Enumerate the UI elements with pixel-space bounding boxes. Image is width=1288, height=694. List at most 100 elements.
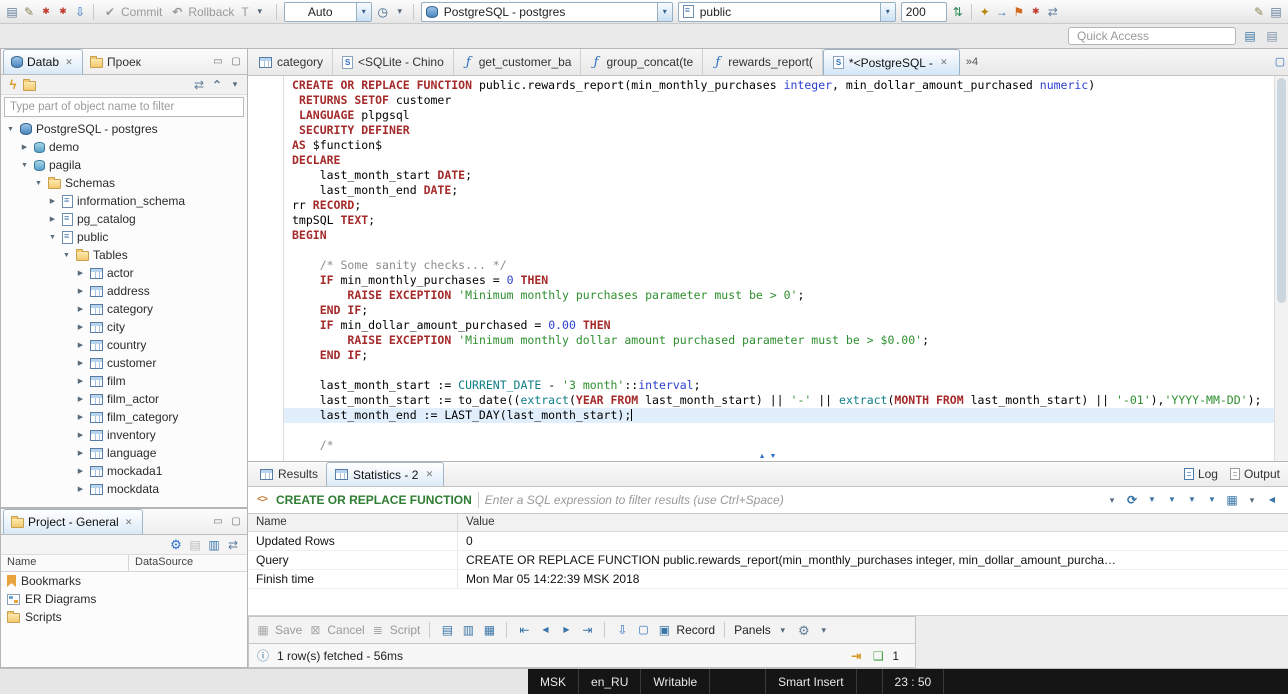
filter-history-icon[interactable] bbox=[1104, 492, 1120, 508]
tree-item-public[interactable]: ▼ public bbox=[1, 228, 247, 246]
collapse-icon[interactable]: ▼ bbox=[33, 180, 44, 187]
code-line[interactable]: /* Some sanity checks... */ bbox=[284, 258, 1274, 273]
tree-item-address[interactable]: ▶ address bbox=[1, 282, 247, 300]
editor-tab--postgresql-[interactable]: *<PostgreSQL - bbox=[822, 49, 960, 75]
filter-save-icon[interactable] bbox=[1144, 492, 1160, 508]
log-button[interactable]: Log bbox=[1183, 467, 1218, 481]
clock-indicator[interactable]: 23 : 50 bbox=[883, 669, 945, 694]
collapse-icon[interactable]: ▼ bbox=[19, 162, 30, 169]
project-item-er-diagrams[interactable]: ER Diagrams bbox=[1, 590, 247, 608]
object-filter-input[interactable] bbox=[4, 97, 244, 117]
code-line[interactable]: LANGUAGE plpgsql bbox=[284, 108, 1274, 123]
code-line[interactable]: SECURITY DEFINER bbox=[284, 123, 1274, 138]
code-line[interactable]: CREATE OR REPLACE FUNCTION public.reward… bbox=[284, 78, 1274, 93]
editor-tab-rewards-report-[interactable]: rewards_report( bbox=[703, 49, 823, 75]
window-layout-icon[interactable] bbox=[1268, 4, 1284, 20]
tree-item-city[interactable]: ▶ city bbox=[1, 318, 247, 336]
close-tab-icon[interactable] bbox=[63, 56, 75, 68]
view-menu-icon[interactable] bbox=[227, 77, 243, 93]
project-item-scripts[interactable]: Scripts bbox=[1, 608, 247, 626]
expand-icon[interactable]: ▶ bbox=[75, 413, 86, 421]
code-line[interactable]: rr RECORD; bbox=[284, 198, 1274, 213]
text-view-icon[interactable] bbox=[460, 622, 476, 638]
chevron-down-icon[interactable] bbox=[355, 2, 371, 21]
tree-item-pagila[interactable]: ▼ pagila bbox=[1, 156, 247, 174]
code-line[interactable]: BEGIN bbox=[284, 228, 1274, 243]
tree-item-demo[interactable]: ▶ demo bbox=[1, 138, 247, 156]
column-name-header[interactable]: Name bbox=[248, 514, 458, 531]
tab-statistics[interactable]: Statistics - 2 bbox=[326, 462, 445, 486]
filter-input[interactable] bbox=[484, 493, 1098, 507]
connection-combo[interactable]: PostgreSQL - postgres bbox=[420, 1, 673, 22]
tree-item-film[interactable]: ▶ film bbox=[1, 372, 247, 390]
first-row-icon[interactable] bbox=[516, 622, 532, 638]
rollback-button[interactable]: Rollback bbox=[166, 2, 237, 22]
save-as-script-icon[interactable] bbox=[55, 4, 71, 20]
fetch-page-icon[interactable] bbox=[614, 622, 630, 638]
code-line[interactable]: AS $function$ bbox=[284, 138, 1274, 153]
tree-item-mockdata[interactable]: ▶ mockdata bbox=[1, 480, 247, 498]
statistics-rows[interactable]: Updated Rows 0 Query CREATE OR REPLACE FUNC… bbox=[248, 532, 1288, 589]
expand-icon[interactable]: ▶ bbox=[75, 377, 86, 385]
project-settings-icon[interactable] bbox=[168, 537, 184, 553]
transaction-log-icon[interactable] bbox=[375, 4, 391, 20]
tree-item-country[interactable]: ▶ country bbox=[1, 336, 247, 354]
filter-apply-icon[interactable] bbox=[1164, 492, 1180, 508]
maximize-panel-icon[interactable] bbox=[228, 514, 244, 530]
bookmark-icon[interactable] bbox=[1011, 4, 1027, 20]
code-line[interactable]: last_month_end := LAST_DAY(last_month_st… bbox=[284, 408, 1274, 423]
tree-item-film-actor[interactable]: ▶ film_actor bbox=[1, 390, 247, 408]
close-tab-icon[interactable] bbox=[423, 469, 435, 481]
tree-item-customer[interactable]: ▶ customer bbox=[1, 354, 247, 372]
output-button[interactable]: Output bbox=[1229, 467, 1280, 481]
filter-custom-icon[interactable] bbox=[1204, 492, 1220, 508]
save-script-icon[interactable] bbox=[38, 4, 54, 20]
tree-item-category[interactable]: ▶ category bbox=[1, 300, 247, 318]
tab-project-general[interactable]: Project - General bbox=[3, 509, 143, 534]
marker-icon[interactable] bbox=[1028, 4, 1044, 20]
code-line[interactable]: END IF; bbox=[284, 348, 1274, 363]
sql-editor[interactable]: CREATE OR REPLACE FUNCTION public.reward… bbox=[248, 76, 1288, 461]
expand-icon[interactable]: ▶ bbox=[75, 323, 86, 331]
splitter-arrows-icon[interactable] bbox=[759, 453, 778, 460]
editor-tab-category[interactable]: category bbox=[250, 49, 334, 75]
row-limit-input[interactable] bbox=[900, 1, 947, 22]
table-row[interactable]: Finish time Mon Mar 05 14:22:39 MSK 2018 bbox=[248, 570, 1288, 589]
editor-scrollbar[interactable] bbox=[1274, 76, 1288, 461]
collapse-icon[interactable]: ▼ bbox=[5, 126, 16, 133]
minimize-panel-icon[interactable] bbox=[210, 54, 226, 70]
quick-access-input[interactable] bbox=[1068, 27, 1236, 45]
expand-icon[interactable]: ▶ bbox=[75, 395, 86, 403]
chevron-down-icon[interactable] bbox=[392, 4, 408, 20]
filter-clear-icon[interactable] bbox=[1184, 492, 1200, 508]
tree-item-pg-catalog[interactable]: ▶ pg_catalog bbox=[1, 210, 247, 228]
expand-icon[interactable]: ▶ bbox=[75, 359, 86, 367]
navigate-icon[interactable] bbox=[994, 4, 1010, 20]
tree-item-information-schema[interactable]: ▶ information_schema bbox=[1, 192, 247, 210]
code-line[interactable]: last_month_start := to_date((extract(YEA… bbox=[284, 393, 1274, 408]
panels-button[interactable]: Panels bbox=[734, 622, 791, 638]
tree-item-mockada1[interactable]: ▶ mockada1 bbox=[1, 462, 247, 480]
code-line[interactable] bbox=[284, 423, 1274, 438]
expand-icon[interactable]: ▶ bbox=[75, 449, 86, 457]
tree-item-language[interactable]: ▶ language bbox=[1, 444, 247, 462]
open-perspective-icon[interactable] bbox=[1242, 28, 1258, 44]
editor-tab--sqlite-chino[interactable]: <SQLite - Chino bbox=[333, 49, 454, 75]
scroll-results-icon[interactable] bbox=[848, 648, 864, 664]
link-selection-icon[interactable] bbox=[225, 537, 241, 553]
expand-icon[interactable]: ▶ bbox=[75, 287, 86, 295]
expand-icon[interactable]: ▶ bbox=[75, 485, 86, 493]
code-line[interactable]: IF min_dollar_amount_purchased = 0.00 TH… bbox=[284, 318, 1274, 333]
commit-mode-combo[interactable]: Auto bbox=[283, 1, 372, 22]
code-line[interactable]: RAISE EXCEPTION 'Minimum monthly purchas… bbox=[284, 288, 1274, 303]
hidden-tabs-indicator[interactable]: »4 bbox=[960, 49, 984, 75]
tree-item-postgresql-postgres[interactable]: ▼ PostgreSQL - postgres bbox=[1, 120, 247, 138]
expand-icon[interactable]: ▶ bbox=[75, 305, 86, 313]
tree-item-schemas[interactable]: ▼ Schemas bbox=[1, 174, 247, 192]
view-columns-icon[interactable] bbox=[206, 537, 222, 553]
show-folders-icon[interactable] bbox=[23, 78, 36, 91]
tree-item-tables[interactable]: ▼ Tables bbox=[1, 246, 247, 264]
minimize-panel-icon[interactable] bbox=[210, 514, 226, 530]
editor-tab-get-customer-ba[interactable]: get_customer_ba bbox=[454, 49, 582, 75]
grid-view-icon[interactable] bbox=[439, 622, 455, 638]
